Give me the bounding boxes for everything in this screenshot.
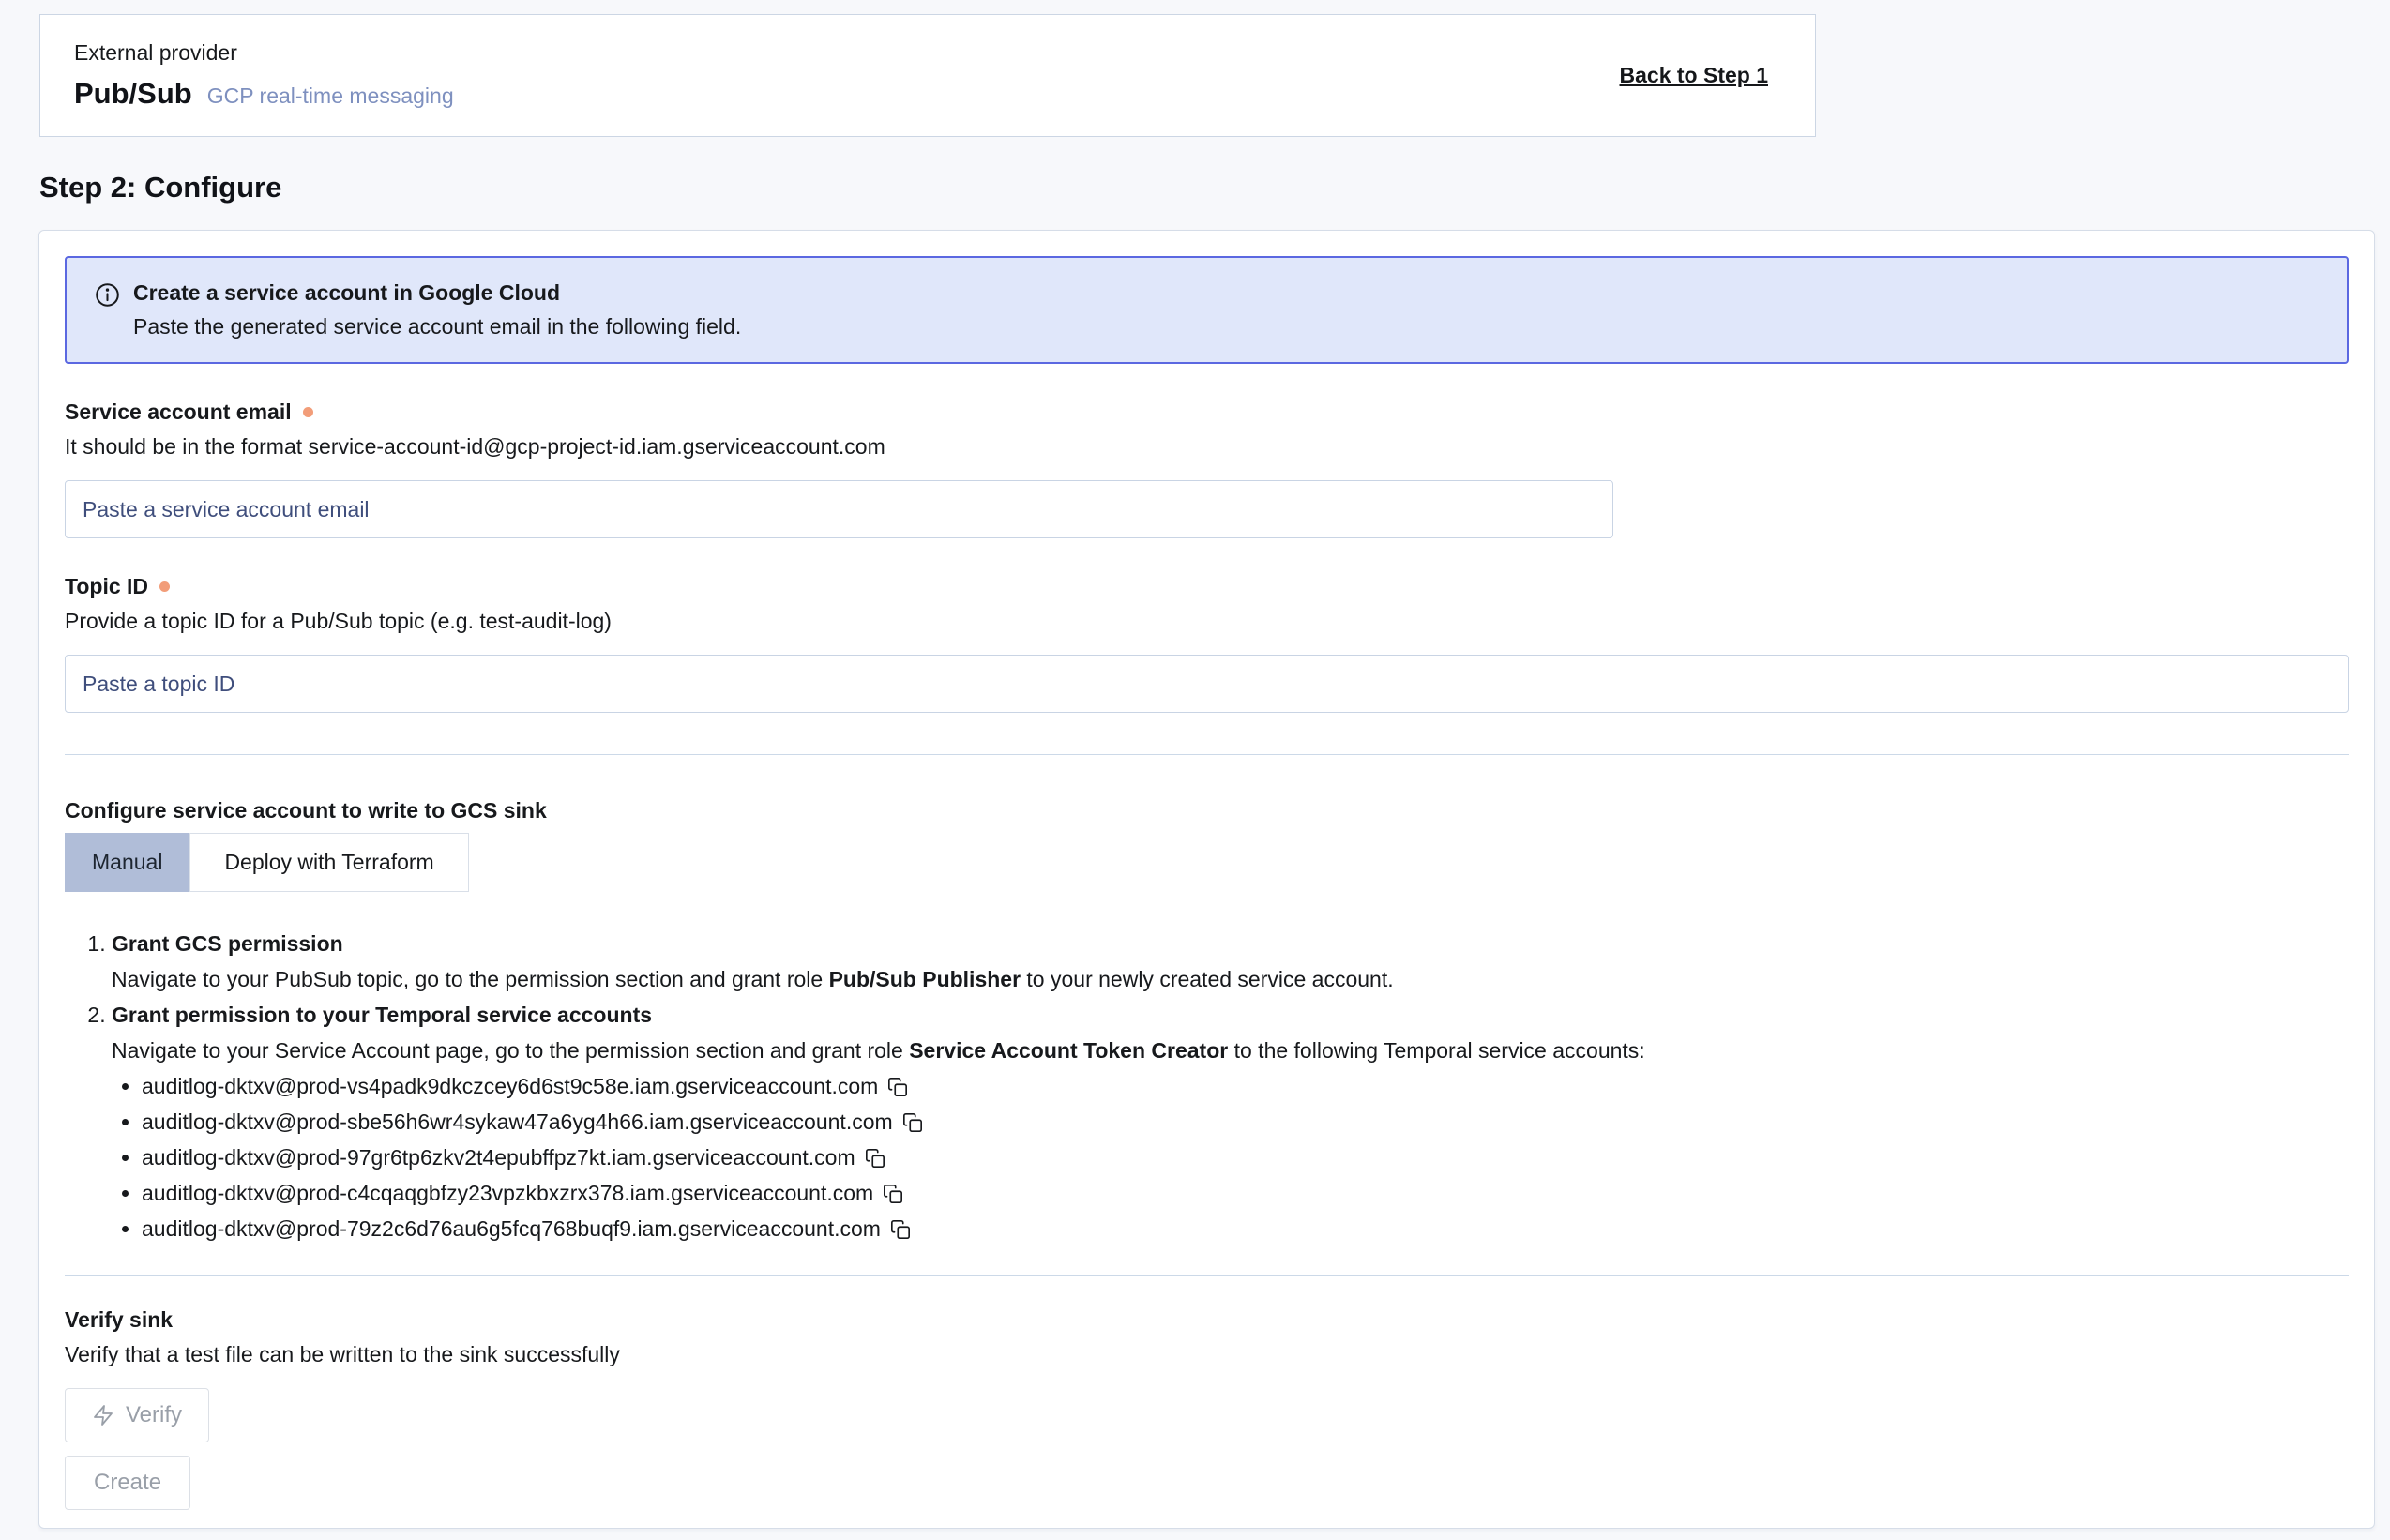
create-button-label: Create xyxy=(94,1470,161,1496)
service-account-item: auditlog-dktxv@prod-sbe56h6wr4sykaw47a6y… xyxy=(142,1104,2349,1140)
section-divider xyxy=(65,1275,2349,1276)
step-body-role: Service Account Token Creator xyxy=(909,1038,1228,1063)
service-account-email: auditlog-dktxv@prod-97gr6tp6zkv2t4epubff… xyxy=(142,1145,855,1170)
copy-button[interactable] xyxy=(890,1219,911,1240)
provider-name-row: Pub/Sub GCP real-time messaging xyxy=(74,77,454,111)
configure-card: Create a service account in Google Cloud… xyxy=(38,230,2375,1529)
step-item-grant-gcs-permission: Grant GCS permission Navigate to your Pu… xyxy=(112,926,2349,997)
create-button[interactable]: Create xyxy=(65,1456,190,1510)
service-account-item: auditlog-dktxv@prod-97gr6tp6zkv2t4epubff… xyxy=(142,1140,2349,1175)
topic-id-label: Topic ID xyxy=(65,574,148,599)
required-dot xyxy=(159,581,170,592)
verify-button-label: Verify xyxy=(126,1402,182,1428)
info-banner: Create a service account in Google Cloud… xyxy=(65,256,2349,364)
service-account-item: auditlog-dktxv@prod-vs4padk9dkczcey6d6st… xyxy=(142,1068,2349,1104)
info-banner-title: Create a service account in Google Cloud xyxy=(133,280,741,306)
info-banner-text: Create a service account in Google Cloud… xyxy=(133,280,741,340)
step-title: Grant permission to your Temporal servic… xyxy=(112,997,2349,1033)
copy-icon xyxy=(883,1184,903,1204)
service-account-email-help: It should be in the format service-accou… xyxy=(65,434,2349,460)
service-account-item: auditlog-dktxv@prod-79z2c6d76au6g5fcq768… xyxy=(142,1211,2349,1246)
provider-card: External provider Pub/Sub GCP real-time … xyxy=(39,14,1816,137)
service-account-email: auditlog-dktxv@prod-vs4padk9dkczcey6d6st… xyxy=(142,1074,878,1098)
tab-manual[interactable]: Manual xyxy=(65,833,189,892)
verify-sink-description: Verify that a test file can be written t… xyxy=(65,1342,2349,1367)
configure-tabs: Manual Deploy with Terraform xyxy=(65,833,2349,892)
service-account-email-label-row: Service account email xyxy=(65,400,2349,425)
copy-icon xyxy=(865,1148,885,1169)
copy-button[interactable] xyxy=(883,1184,903,1204)
service-account-email-label: Service account email xyxy=(65,400,292,425)
step-body-text: to the following Temporal service accoun… xyxy=(1228,1038,1644,1063)
provider-eyebrow: External provider xyxy=(74,40,454,66)
provider-name: Pub/Sub xyxy=(74,77,192,111)
service-account-email: auditlog-dktxv@prod-c4cqaqgbfzy23vpzkbxz… xyxy=(142,1181,873,1205)
step-body-role: Pub/Sub Publisher xyxy=(829,967,1021,991)
required-dot xyxy=(303,407,313,417)
step-body-text: Navigate to your PubSub topic, go to the… xyxy=(112,967,829,991)
configure-section-heading: Configure service account to write to GC… xyxy=(65,798,2349,823)
copy-button[interactable] xyxy=(902,1112,923,1133)
topic-id-help: Provide a topic ID for a Pub/Sub topic (… xyxy=(65,609,2349,634)
service-account-item: auditlog-dktxv@prod-c4cqaqgbfzy23vpzkbxz… xyxy=(142,1175,2349,1211)
info-icon xyxy=(95,282,120,313)
step-body-text: to your newly created service account. xyxy=(1021,967,1394,991)
copy-icon xyxy=(887,1077,908,1097)
provider-tagline: GCP real-time messaging xyxy=(207,83,454,109)
copy-icon xyxy=(890,1219,911,1240)
info-banner-body: Paste the generated service account emai… xyxy=(133,314,741,340)
section-divider xyxy=(65,754,2349,755)
service-account-list: auditlog-dktxv@prod-vs4padk9dkczcey6d6st… xyxy=(112,1068,2349,1246)
topic-id-input[interactable] xyxy=(65,655,2349,713)
zap-icon xyxy=(92,1404,114,1427)
service-account-email: auditlog-dktxv@prod-79z2c6d76au6g5fcq768… xyxy=(142,1216,881,1241)
copy-button[interactable] xyxy=(887,1077,908,1097)
back-to-step-1-link[interactable]: Back to Step 1 xyxy=(1620,63,1769,88)
tab-deploy-with-terraform[interactable]: Deploy with Terraform xyxy=(189,833,468,892)
step-body: Navigate to your Service Account page, g… xyxy=(112,1033,2349,1068)
step-item-grant-temporal-permission: Grant permission to your Temporal servic… xyxy=(112,997,2349,1246)
verify-button[interactable]: Verify xyxy=(65,1388,209,1442)
copy-icon xyxy=(902,1112,923,1133)
topic-id-label-row: Topic ID xyxy=(65,574,2349,599)
step-body-text: Navigate to your Service Account page, g… xyxy=(112,1038,909,1063)
copy-button[interactable] xyxy=(865,1148,885,1169)
step-body: Navigate to your PubSub topic, go to the… xyxy=(112,961,2349,997)
service-account-email: auditlog-dktxv@prod-sbe56h6wr4sykaw47a6y… xyxy=(142,1110,893,1134)
provider-info: External provider Pub/Sub GCP real-time … xyxy=(74,40,454,111)
page-title: Step 2: Configure xyxy=(39,171,281,204)
service-account-email-input[interactable] xyxy=(65,480,1613,538)
verify-sink-heading: Verify sink xyxy=(65,1307,2349,1333)
manual-steps-list: Grant GCS permission Navigate to your Pu… xyxy=(65,926,2349,1246)
step-title: Grant GCS permission xyxy=(112,926,2349,961)
